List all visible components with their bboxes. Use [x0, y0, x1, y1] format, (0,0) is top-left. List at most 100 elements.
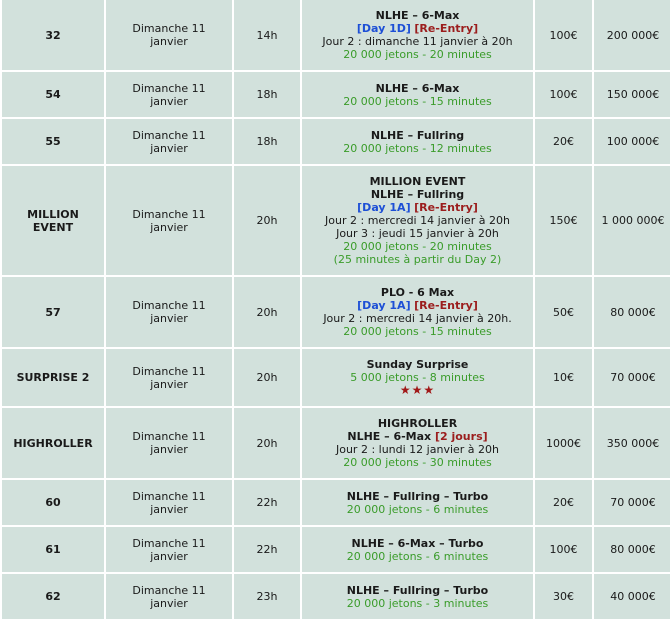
description-line: NLHE – 6-Max — [375, 81, 460, 95]
table-row: 32 Dimanche 11 janvier 14h NLHE – 6-Max [Day … — [2, 0, 670, 70]
prize-pool-cell: 350 000€ — [594, 408, 670, 478]
prize-pool-cell: 70 000€ — [594, 480, 670, 525]
description-line: Jour 2 : mercredi 14 janvier à 20h. — [323, 312, 512, 325]
description-line: Jour 3 : jeudi 15 janvier à 20h — [336, 227, 499, 240]
event-number-cell: 60 — [2, 480, 104, 525]
buyin-cell: 20€ — [535, 119, 592, 164]
event-number-cell: 57 — [2, 277, 104, 347]
table-row: SURPRISE 2 Dimanche 11 janvier 20h Sunday Su… — [2, 349, 670, 406]
event-number-cell: 32 — [2, 0, 104, 70]
date-cell: Dimanche 11 janvier — [106, 166, 232, 275]
description-cell: NLHE – 6-Max – Turbo 20 000 jetons - 6 mi… — [302, 527, 533, 572]
description-line: PLO - 6 Max — [380, 286, 455, 299]
buyin-cell: 100€ — [535, 72, 592, 117]
buyin-cell: 20€ — [535, 480, 592, 525]
buyin-cell: 30€ — [535, 574, 592, 619]
description-line: Jour 2 : dimanche 11 janvier à 20h — [322, 35, 513, 48]
description-line: 20 000 jetons - 20 minutes — [343, 240, 492, 253]
event-number-cell: SURPRISE 2 — [2, 349, 104, 406]
event-number-cell: 61 — [2, 527, 104, 572]
date-cell: Dimanche 11 janvier — [106, 480, 232, 525]
description-line: 20 000 jetons - 6 minutes — [346, 549, 489, 563]
time-cell: 18h — [234, 119, 300, 164]
event-number-cell: 55 — [2, 119, 104, 164]
table-row: 55 Dimanche 11 janvier 18h NLHE – Fullring 20… — [2, 119, 670, 164]
description-line: NLHE – 6-Max – Turbo — [351, 536, 484, 550]
description-cell: NLHE – 6-Max [Day 1D] [Re-Entry] Jour 2 : … — [302, 0, 533, 70]
date-cell: Dimanche 11 janvier — [106, 119, 232, 164]
buyin-cell: 150€ — [535, 166, 592, 275]
description-line: [Day 1A] [Re-Entry] — [302, 201, 533, 214]
description-line: 20 000 jetons - 15 minutes — [343, 94, 492, 108]
buyin-cell: 10€ — [535, 349, 592, 406]
time-cell: 23h — [234, 574, 300, 619]
time-cell: 20h — [234, 349, 300, 406]
description-line: Sunday Surprise — [366, 358, 469, 371]
day-tag: [Day 1D] — [356, 22, 411, 35]
date-cell: Dimanche 11 janvier — [106, 408, 232, 478]
time-cell: 20h — [234, 166, 300, 275]
buyin-cell: 100€ — [535, 0, 592, 70]
prize-pool-cell: 70 000€ — [594, 349, 670, 406]
prize-pool-cell: 40 000€ — [594, 574, 670, 619]
buyin-cell: 100€ — [535, 527, 592, 572]
table-row: 60 Dimanche 11 janvier 22h NLHE – Fullring –… — [2, 480, 670, 525]
rating-stars: ★★★ — [399, 383, 436, 397]
table-row: 62 Dimanche 11 janvier 23h NLHE – Fullring –… — [2, 574, 670, 619]
table-row: 57 Dimanche 11 janvier 20h PLO - 6 Max [Day 1… — [2, 277, 670, 347]
event-number-cell: 62 — [2, 574, 104, 619]
prize-pool-cell: 100 000€ — [594, 119, 670, 164]
day-tag: [Day 1A] — [357, 201, 411, 214]
description-line: 20 000 jetons - 6 minutes — [346, 502, 489, 516]
date-cell: Dimanche 11 janvier — [106, 349, 232, 406]
description-line: 20 000 jetons - 12 minutes — [343, 141, 492, 155]
description-line: Jour 2 : mercredi 14 janvier à 20h — [325, 214, 510, 227]
date-cell: Dimanche 11 janvier — [106, 574, 232, 619]
event-number-cell: MILLION EVENT — [2, 166, 104, 275]
prize-pool-cell: 80 000€ — [594, 277, 670, 347]
date-cell: Dimanche 11 janvier — [106, 527, 232, 572]
tournament-schedule-table: 32 Dimanche 11 janvier 14h NLHE – 6-Max [Day … — [0, 0, 670, 621]
table-body: 32 Dimanche 11 janvier 14h NLHE – 6-Max [Day … — [2, 0, 670, 619]
description-cell: NLHE – Fullring – Turbo 20 000 jetons - 3… — [302, 574, 533, 619]
time-cell: 14h — [234, 0, 300, 70]
time-cell: 22h — [234, 527, 300, 572]
date-cell: Dimanche 11 janvier — [106, 72, 232, 117]
prize-pool-cell: 200 000€ — [594, 0, 670, 70]
description-line: 20 000 jetons - 30 minutes — [343, 456, 492, 469]
buyin-cell: 1000€ — [535, 408, 592, 478]
event-number-cell: HIGHROLLER — [2, 408, 104, 478]
event-number-cell: 54 — [2, 72, 104, 117]
table-row: HIGHROLLER Dimanche 11 janvier 20h HIGHROLLE… — [2, 408, 670, 478]
description-line: MILLION EVENT — [369, 175, 466, 188]
description-cell: Sunday Surprise 5 000 jetons - 8 minutes ★… — [302, 349, 533, 406]
description-line: NLHE – Fullring – Turbo — [346, 583, 489, 597]
description-line: HIGHROLLER — [377, 417, 458, 430]
description-line: [Day 1D] [Re-Entry] — [302, 22, 533, 35]
prize-pool-cell: 150 000€ — [594, 72, 670, 117]
time-cell: 20h — [234, 408, 300, 478]
table-row: 54 Dimanche 11 janvier 18h NLHE – 6-Max 20 00… — [2, 72, 670, 117]
reentry-tag: [Re-Entry] — [414, 299, 478, 312]
time-cell: 18h — [234, 72, 300, 117]
description-cell: MILLION EVENT NLHE – Fullring [Day 1A] [Re… — [302, 166, 533, 275]
description-line: Jour 2 : lundi 12 janvier à 20h — [335, 443, 500, 456]
time-cell: 22h — [234, 480, 300, 525]
description-cell: NLHE – Fullring 20 000 jetons - 12 minute… — [302, 119, 533, 164]
table-row: 61 Dimanche 11 janvier 22h NLHE – 6-Max – Tu… — [2, 527, 670, 572]
description-line: NLHE – 6-Max — [375, 9, 460, 22]
description-line: 20 000 jetons - 20 minutes — [343, 48, 492, 61]
description-line: NLHE – Fullring — [370, 128, 465, 142]
description-line: 20 000 jetons - 3 minutes — [346, 596, 489, 610]
date-cell: Dimanche 11 janvier — [106, 277, 232, 347]
day-tag: [Day 1A] — [357, 299, 411, 312]
description-cell: HIGHROLLER NLHE – 6-Max [2 jours] Jour 2 :… — [302, 408, 533, 478]
description-line: (25 minutes à partir du Day 2) — [333, 253, 502, 266]
time-cell: 20h — [234, 277, 300, 347]
description-text: NLHE – 6-Max — [347, 430, 435, 443]
description-cell: PLO - 6 Max [Day 1A] [Re-Entry] Jour 2 : m… — [302, 277, 533, 347]
table-row: MILLION EVENT Dimanche 11 janvier 20h MILLION… — [2, 166, 670, 275]
reentry-tag: [Re-Entry] — [414, 22, 479, 35]
description-line: NLHE – Fullring — [370, 188, 465, 201]
description-cell: NLHE – Fullring – Turbo 20 000 jetons - 6… — [302, 480, 533, 525]
